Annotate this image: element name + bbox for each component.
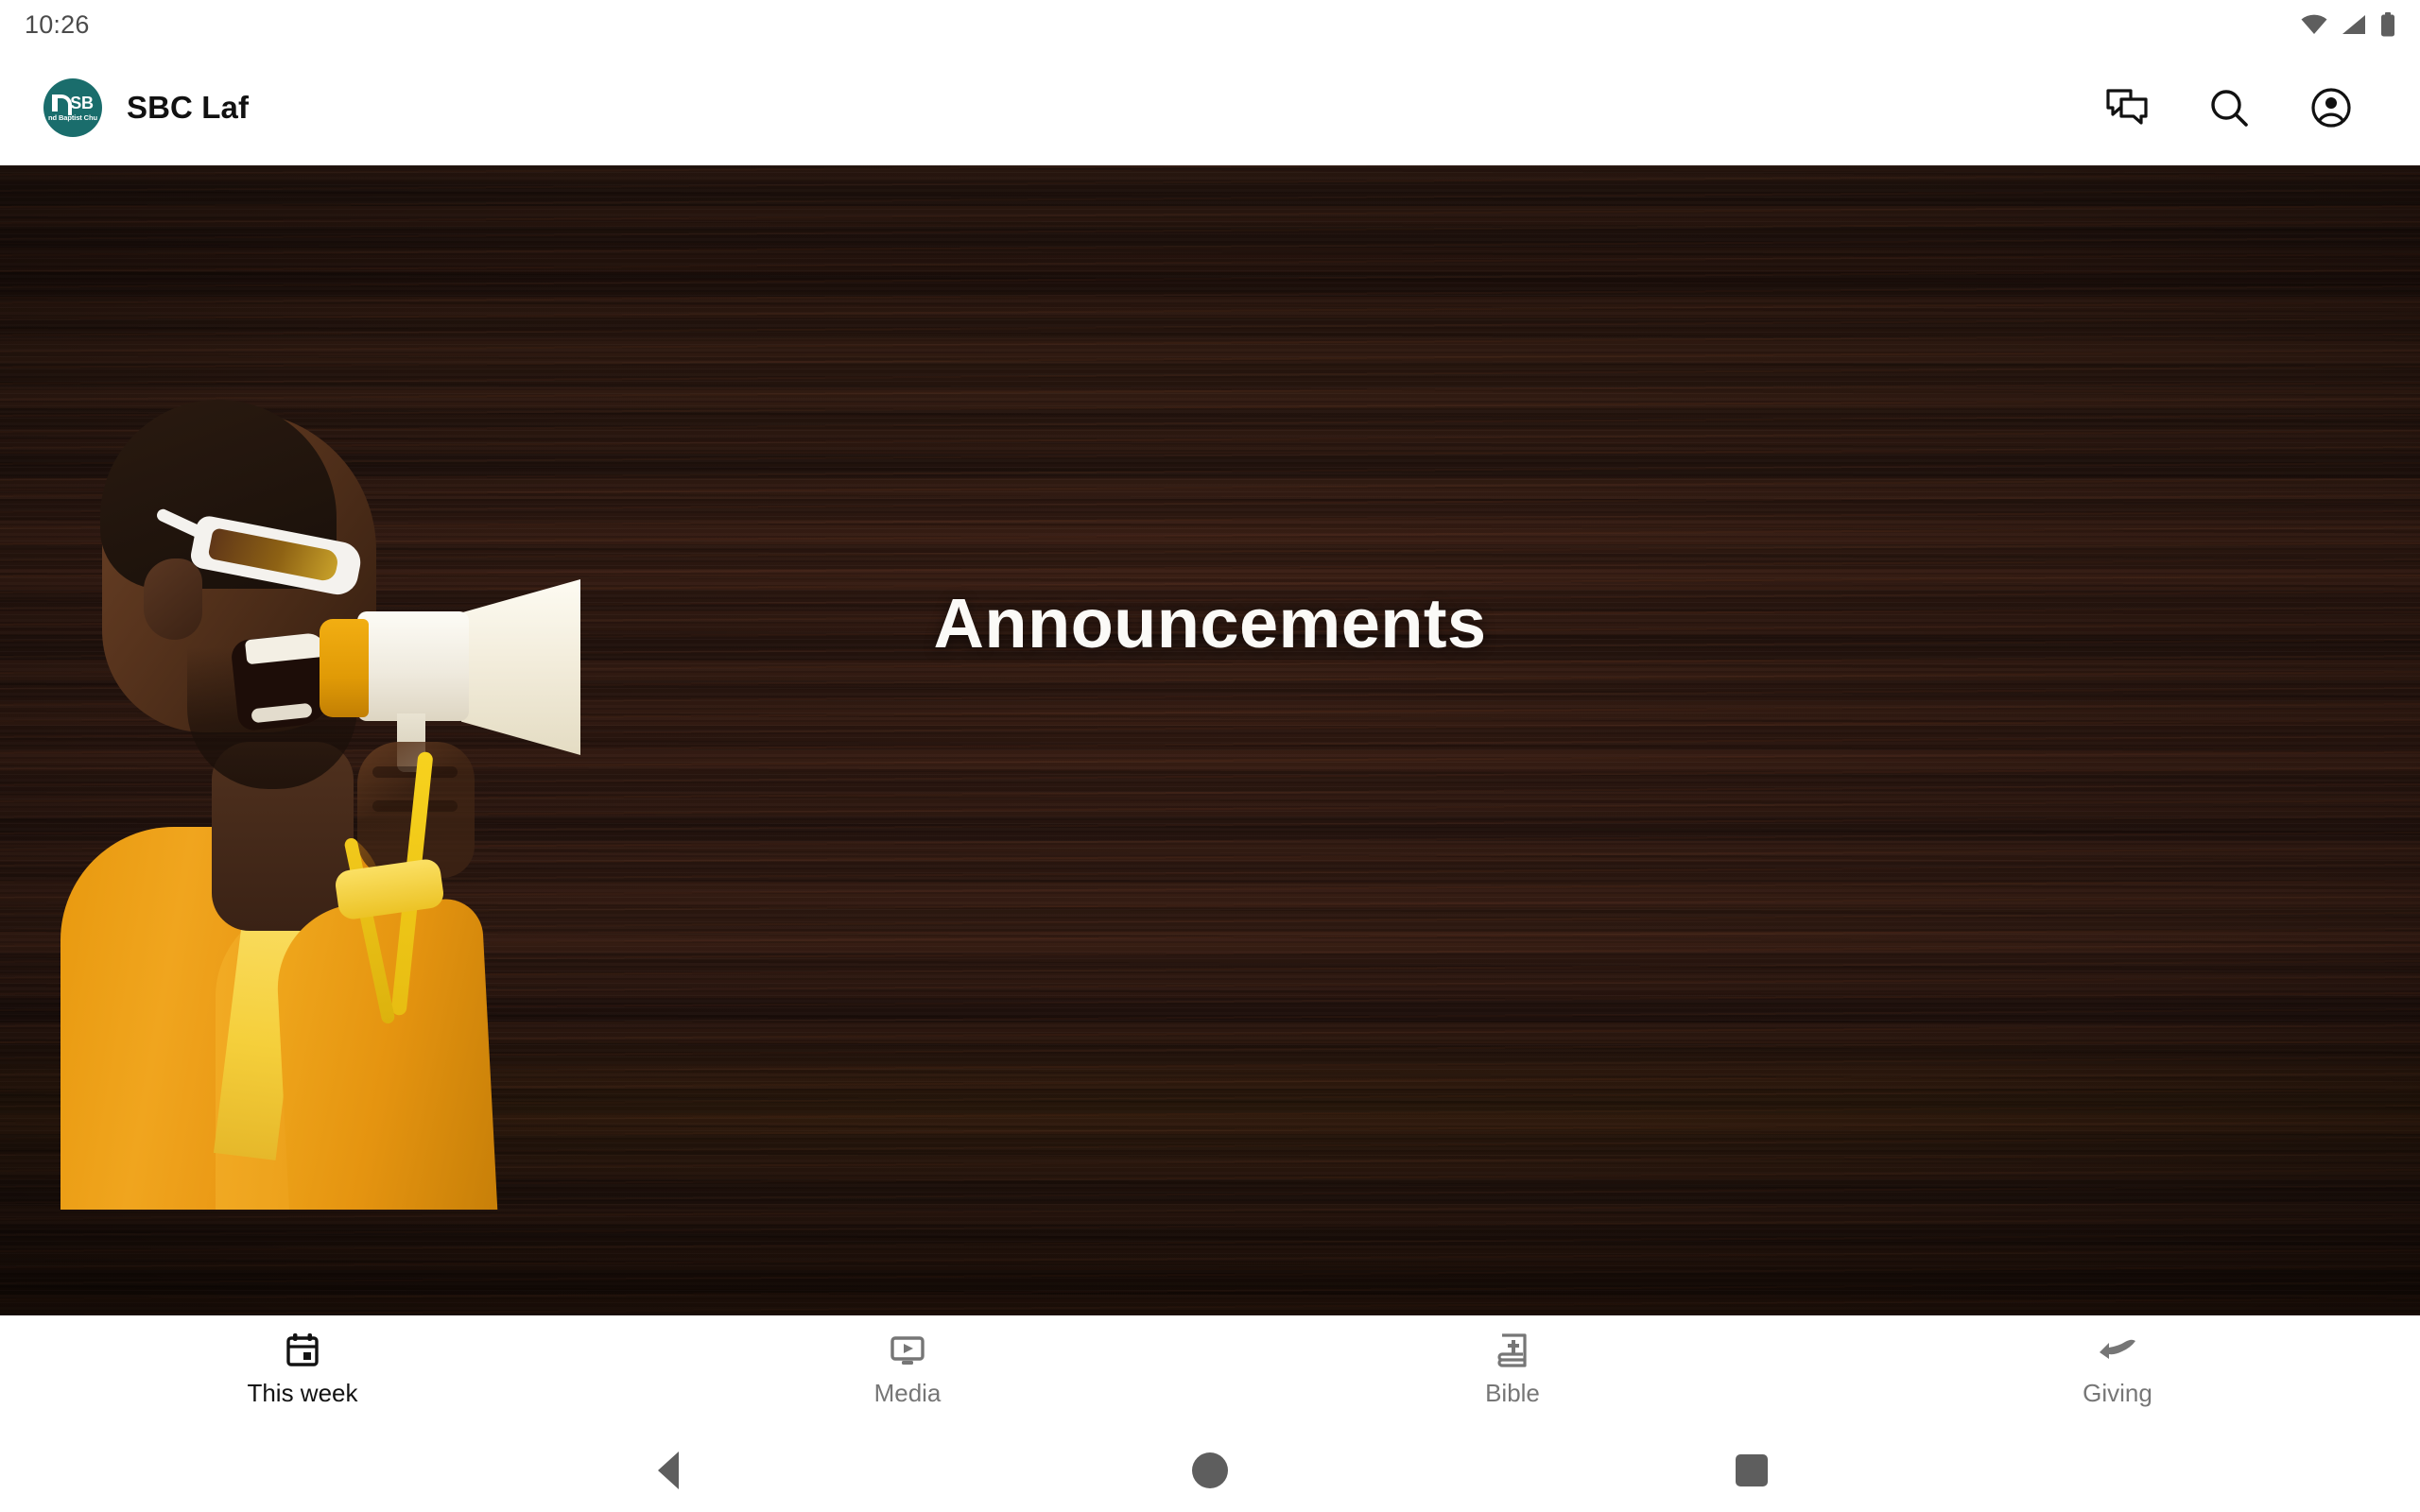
cellular-signal-icon [2342, 14, 2366, 35]
status-icons [2301, 12, 2395, 37]
back-button[interactable] [397, 1452, 939, 1489]
logo-subtext: nd Baptist Chu [48, 113, 97, 123]
home-button[interactable] [939, 1452, 1480, 1488]
status-bar: 10:26 [0, 0, 2420, 49]
wifi-icon [2301, 14, 2327, 35]
logo-row: SB [52, 94, 94, 116]
hero-banner[interactable]: Announcements [0, 165, 2420, 1315]
status-time: 10:26 [25, 9, 90, 39]
messages-icon[interactable] [2100, 81, 2153, 134]
system-navigation-bar [0, 1429, 2420, 1512]
account-icon[interactable] [2305, 81, 2358, 134]
nav-item-this-week[interactable]: This week [0, 1315, 605, 1405]
nav-item-media[interactable]: Media [605, 1315, 1210, 1405]
nav-label-bible: Bible [1485, 1379, 1540, 1407]
logo-initials: SB [70, 94, 94, 113]
calendar-icon [284, 1331, 321, 1370]
nav-label-media: Media [873, 1379, 942, 1407]
giving-hand-icon [2097, 1331, 2138, 1370]
app-root: 10:26 SB nd Baptist Chu SBC Laf Announce… [0, 0, 2420, 1512]
brand[interactable]: SB nd Baptist Chu SBC Laf [43, 77, 250, 137]
nav-item-bible[interactable]: Bible [1210, 1315, 1815, 1405]
nav-item-giving[interactable]: Giving [1815, 1315, 2420, 1405]
app-title: SBC Laf [127, 89, 250, 125]
megaphone-person-photo [45, 335, 584, 1210]
nav-label-giving: Giving [2083, 1379, 2152, 1407]
bottom-navigation: This week Media Bible Giving [0, 1315, 2420, 1429]
media-play-icon [889, 1331, 926, 1370]
battery-icon [2380, 12, 2395, 37]
recents-button[interactable] [1481, 1454, 2023, 1486]
search-icon[interactable] [2203, 81, 2256, 134]
bible-book-icon [1494, 1331, 1531, 1370]
app-bar: SB nd Baptist Chu SBC Laf [0, 49, 2420, 165]
sbc-logo: SB nd Baptist Chu [43, 77, 102, 137]
app-bar-actions [2100, 81, 2386, 134]
nav-label-this-week: This week [247, 1379, 358, 1407]
logo-mark-icon [52, 94, 73, 116]
